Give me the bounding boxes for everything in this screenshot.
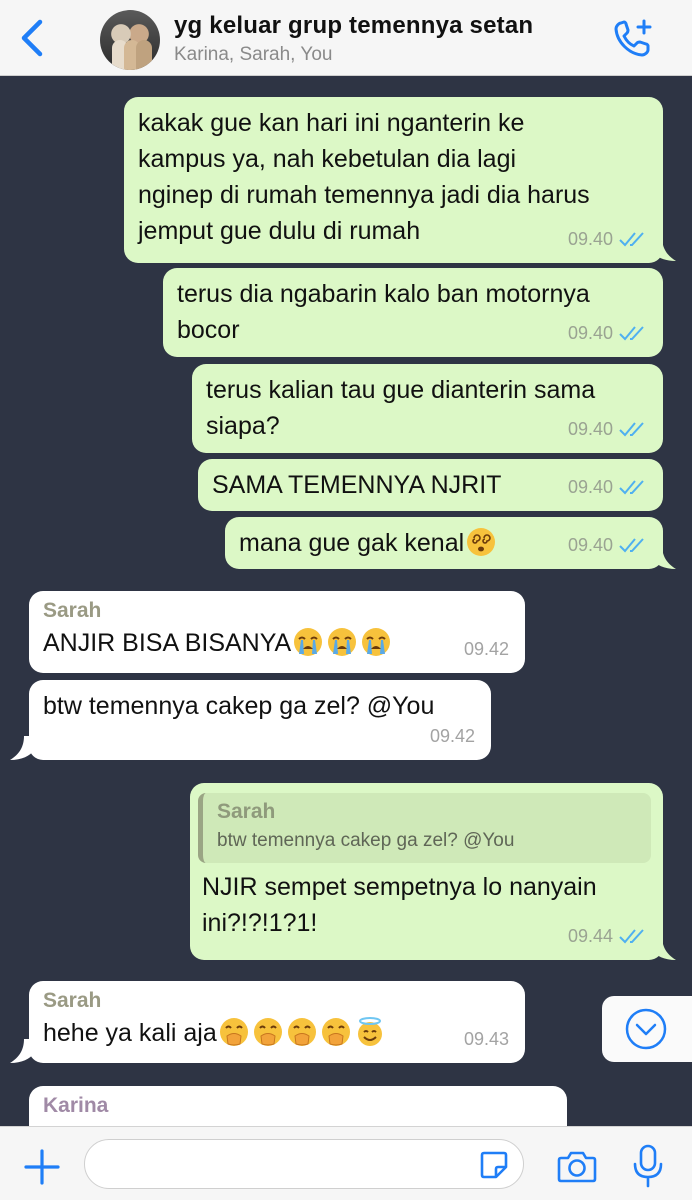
read-ticks-icon	[619, 422, 644, 437]
message-time: 09.40	[567, 477, 613, 497]
message-sender[interactable]: Sarah	[43, 597, 511, 625]
message-meta: 09.40	[568, 527, 647, 563]
quoted-text: btw temennya cakep ga zel? @You	[217, 830, 515, 851]
message-input[interactable]	[84, 1139, 524, 1189]
chat-header: yg keluar grup temennya setan Karina, Sa…	[0, 0, 692, 76]
hand-over-mouth-icon	[219, 1018, 248, 1046]
quoted-message[interactable]: Sarah btw temennya cakep ga zel? @You	[198, 793, 651, 863]
crying-face-icon	[328, 628, 357, 656]
message-meta: 09.42	[464, 631, 509, 667]
message-time: 09.42	[463, 639, 509, 659]
read-ticks-icon	[619, 929, 644, 944]
message-text: mana gue gak kenal	[239, 529, 465, 557]
outgoing-message[interactable]: terus kalian tau gue dianterin sama siap…	[192, 364, 663, 453]
message-text: ANJIR BISA BISANYA	[43, 629, 292, 657]
outgoing-message[interactable]: mana gue gak kenal 09.40	[225, 517, 663, 569]
crying-face-icon	[362, 628, 391, 656]
message-meta: 09.42	[430, 718, 475, 754]
message-meta: 09.44	[568, 918, 647, 954]
message-time: 09.44	[567, 926, 613, 946]
add-call-icon[interactable]	[612, 18, 654, 60]
back-chevron-icon[interactable]	[14, 18, 50, 58]
read-ticks-icon	[619, 232, 644, 247]
microphone-icon[interactable]	[632, 1143, 664, 1189]
message-meta: 09.43	[464, 1021, 509, 1057]
read-ticks-icon	[619, 480, 644, 495]
message-meta: 09.40	[568, 411, 647, 447]
message-time: 09.43	[463, 1029, 509, 1049]
message-time: 09.40	[567, 419, 613, 439]
hand-over-mouth-icon	[321, 1018, 350, 1046]
crying-face-icon	[294, 628, 323, 656]
message-time: 09.42	[429, 726, 475, 746]
incoming-message[interactable]: btw temennya cakep ga zel? @You 09.42	[29, 680, 491, 760]
message-meta: 09.40	[568, 469, 647, 505]
outgoing-message[interactable]: kakak gue kan hari ini nganterin ke kamp…	[124, 97, 663, 263]
message-text: hehe ya kali aja	[43, 1019, 217, 1047]
message-meta: 09.40	[568, 221, 647, 257]
group-avatar[interactable]	[100, 10, 160, 70]
message-time: 09.40	[567, 323, 613, 343]
outgoing-message[interactable]: SAMA TEMENNYA NJRIT 09.40	[198, 459, 663, 511]
read-ticks-icon	[619, 326, 644, 341]
scroll-down-icon	[625, 1008, 667, 1050]
message-time: 09.40	[567, 229, 613, 249]
read-ticks-icon	[619, 538, 644, 553]
hand-over-mouth-icon	[253, 1018, 282, 1046]
chat-title[interactable]: yg keluar grup temennya setan	[174, 12, 533, 40]
bubble-tail	[652, 936, 676, 960]
bubble-tail	[10, 736, 34, 760]
message-meta: 09.40	[568, 315, 647, 351]
incoming-message[interactable]: Sarah ANJIR BISA BISANYA 09.42	[29, 591, 525, 673]
hand-over-mouth-icon	[287, 1018, 316, 1046]
quoted-sender: Sarah	[217, 800, 276, 823]
message-text: btw temennya cakep ga zel? @You	[43, 692, 435, 720]
dizzy-face-icon	[467, 528, 496, 556]
chat-members[interactable]: Karina, Sarah, You	[174, 44, 332, 66]
scroll-down-button[interactable]	[602, 996, 692, 1062]
composer-bar	[0, 1126, 692, 1200]
outgoing-message[interactable]: terus dia ngabarin kalo ban motornya boc…	[163, 268, 663, 357]
sticker-icon[interactable]	[478, 1149, 510, 1181]
bubble-tail	[652, 545, 676, 569]
message-sender[interactable]: Karina	[43, 1092, 553, 1120]
camera-icon[interactable]	[556, 1147, 598, 1187]
bubble-tail	[652, 237, 676, 261]
smiling-halo-icon	[357, 1017, 382, 1046]
incoming-message[interactable]: Sarah hehe ya kali aja 09.43	[29, 981, 525, 1063]
message-time: 09.40	[567, 535, 613, 555]
message-sender[interactable]: Sarah	[43, 987, 511, 1015]
bubble-tail	[10, 1039, 34, 1063]
outgoing-reply-message[interactable]: Sarah btw temennya cakep ga zel? @You NJ…	[190, 783, 663, 960]
plus-icon[interactable]	[22, 1147, 62, 1187]
